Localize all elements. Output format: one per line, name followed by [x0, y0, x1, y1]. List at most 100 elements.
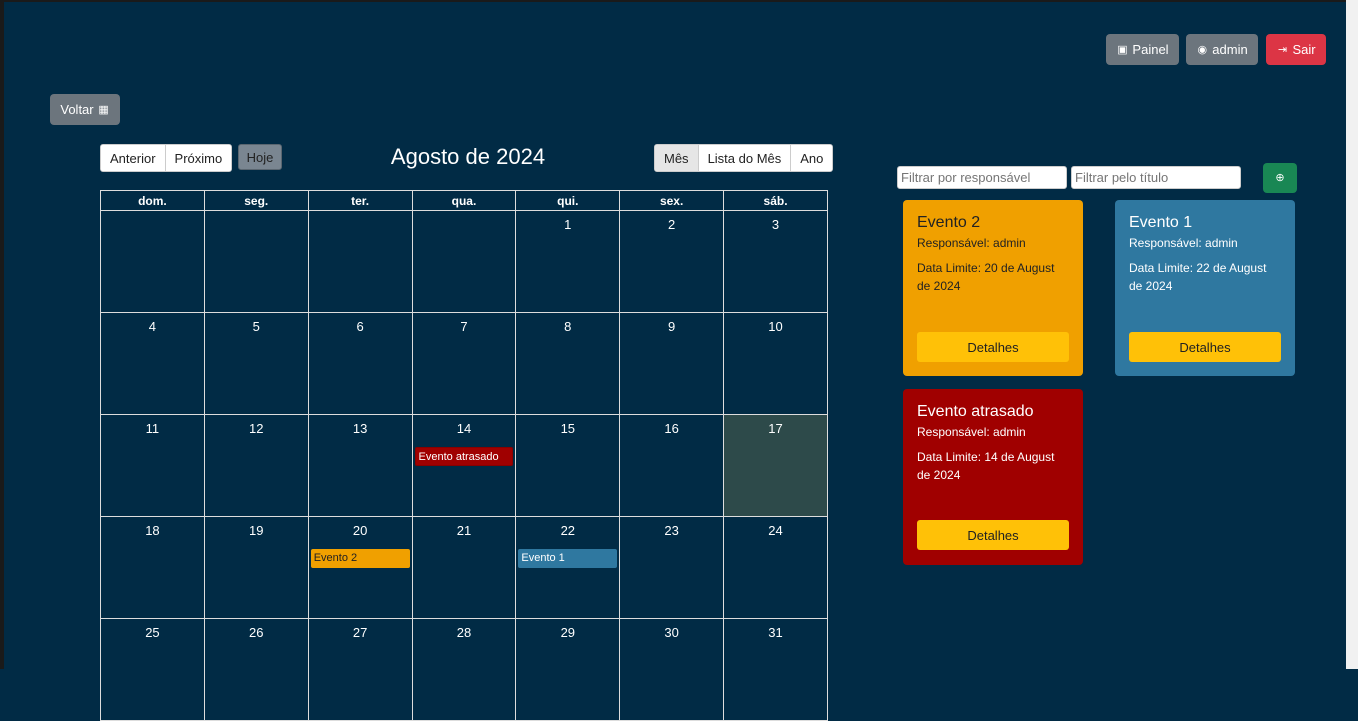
day-cell[interactable]: 26 [203, 618, 309, 721]
responsible-filter-input[interactable] [897, 166, 1067, 189]
day-number[interactable]: 16 [620, 421, 723, 436]
event-card-responsible: Responsável: admin [1129, 236, 1238, 250]
plus-circle-icon: ⊕ [1275, 172, 1285, 184]
day-number[interactable]: 5 [205, 319, 308, 334]
event-card: Evento 1 Responsável: admin Data Limite:… [1115, 200, 1295, 376]
add-event-button[interactable]: ⊕ [1263, 163, 1297, 193]
day-cell[interactable] [411, 210, 517, 313]
day-cell[interactable]: 4 [100, 312, 205, 415]
day-number[interactable]: 3 [724, 217, 827, 232]
day-cell[interactable]: 12 [203, 414, 309, 517]
day-number[interactable]: 19 [205, 523, 308, 538]
day-number[interactable]: 7 [413, 319, 516, 334]
day-cell[interactable]: 16 [619, 414, 725, 517]
prev-button[interactable]: Anterior [101, 145, 166, 171]
day-number[interactable]: 31 [724, 625, 827, 640]
window-top-border [0, 0, 1358, 2]
panel-button[interactable]: ▣ Painel [1106, 34, 1179, 65]
logout-button[interactable]: ⇥ Sair [1266, 34, 1326, 65]
details-button[interactable]: Detalhes [1129, 332, 1281, 362]
day-number[interactable]: 23 [620, 523, 723, 538]
day-number[interactable]: 20 [309, 523, 412, 538]
day-number[interactable]: 2 [620, 217, 723, 232]
event-card-title: Evento 2 [917, 214, 981, 231]
calendar-event-2[interactable]: Evento 2 [310, 549, 410, 568]
day-cell[interactable]: 24 [723, 516, 828, 619]
day-number[interactable]: 13 [309, 421, 412, 436]
day-cell[interactable]: 23 [619, 516, 725, 619]
day-cell[interactable]: 10 [723, 312, 828, 415]
day-cell[interactable]: 8 [515, 312, 621, 415]
day-cell[interactable]: 7 [411, 312, 517, 415]
today-button[interactable]: Hoje [238, 144, 282, 170]
calendar-event-late[interactable]: Evento atrasado [414, 447, 514, 466]
day-cell[interactable]: 28 [411, 618, 517, 721]
day-number[interactable]: 25 [101, 625, 204, 640]
day-number[interactable]: 28 [413, 625, 516, 640]
user-button[interactable]: ◉ admin [1186, 34, 1258, 65]
weekday-header: ter. [307, 190, 413, 211]
day-cell[interactable]: 2 [619, 210, 725, 313]
day-cell[interactable]: 21 [411, 516, 517, 619]
event-card-deadline: Data Limite: 22 de August de 2024 [1129, 261, 1267, 293]
view-year-button[interactable]: Ano [791, 145, 833, 171]
day-number[interactable]: 4 [101, 319, 204, 334]
day-number[interactable]: 9 [620, 319, 723, 334]
day-number[interactable]: 21 [413, 523, 516, 538]
day-number[interactable]: 29 [516, 625, 619, 640]
day-cell[interactable]: 5 [203, 312, 309, 415]
day-number[interactable]: 15 [516, 421, 619, 436]
day-cell[interactable]: 25 [100, 618, 205, 721]
day-cell[interactable]: 1 [515, 210, 621, 313]
day-number[interactable]: 12 [205, 421, 308, 436]
day-cell-today[interactable]: 17 [723, 414, 828, 517]
weekday-header: seg. [203, 190, 309, 211]
view-list-button[interactable]: Lista do Mês [698, 145, 792, 171]
day-cell[interactable] [100, 210, 205, 313]
event-card-title: Evento atrasado [917, 403, 1034, 420]
day-cell[interactable]: 30 [619, 618, 725, 721]
day-cell[interactable]: 13 [307, 414, 413, 517]
day-cell[interactable]: 20 Evento 2 [307, 516, 413, 619]
day-number[interactable]: 11 [101, 421, 204, 436]
day-cell[interactable]: 27 [307, 618, 413, 721]
day-cell[interactable]: 9 [619, 312, 725, 415]
day-cell[interactable]: 15 [515, 414, 621, 517]
day-number[interactable]: 17 [724, 421, 827, 436]
view-month-button[interactable]: Mês [655, 145, 699, 171]
day-cell[interactable]: 14 Evento atrasado [411, 414, 517, 517]
day-cell[interactable]: 18 [100, 516, 205, 619]
day-cell[interactable]: 6 [307, 312, 413, 415]
calendar-event-1[interactable]: Evento 1 [518, 549, 618, 568]
day-number[interactable]: 30 [620, 625, 723, 640]
day-number[interactable]: 8 [516, 319, 619, 334]
day-cell[interactable] [203, 210, 309, 313]
day-cell[interactable]: 19 [203, 516, 309, 619]
day-cell[interactable] [307, 210, 413, 313]
day-number[interactable]: 10 [724, 319, 827, 334]
day-number[interactable]: 1 [516, 217, 619, 232]
day-number[interactable]: 18 [101, 523, 204, 538]
day-number[interactable]: 27 [309, 625, 412, 640]
details-button[interactable]: Detalhes [917, 520, 1069, 550]
view-button-group: Mês Lista do Mês Ano [654, 144, 834, 172]
day-number[interactable]: 26 [205, 625, 308, 640]
day-cell[interactable]: 3 [723, 210, 828, 313]
title-filter-input[interactable] [1071, 166, 1241, 189]
day-cell[interactable]: 11 [100, 414, 205, 517]
calendar-icon: ▦ [98, 103, 109, 116]
back-button[interactable]: Voltar ▦ [50, 94, 120, 125]
weekday-header: sex. [619, 190, 725, 211]
next-button[interactable]: Próximo [165, 145, 232, 171]
day-number[interactable]: 6 [309, 319, 412, 334]
details-button[interactable]: Detalhes [917, 332, 1069, 362]
event-card: Evento atrasado Responsável: admin Data … [903, 389, 1083, 565]
day-number[interactable]: 22 [516, 523, 619, 538]
day-cell[interactable]: 29 [515, 618, 621, 721]
event-card-deadline: Data Limite: 20 de August de 2024 [917, 261, 1055, 293]
day-cell[interactable]: 22 Evento 1 [515, 516, 621, 619]
day-number[interactable]: 14 [413, 421, 516, 436]
day-cell[interactable]: 31 [723, 618, 828, 721]
scrollbar[interactable] [1346, 0, 1358, 669]
day-number[interactable]: 24 [724, 523, 827, 538]
